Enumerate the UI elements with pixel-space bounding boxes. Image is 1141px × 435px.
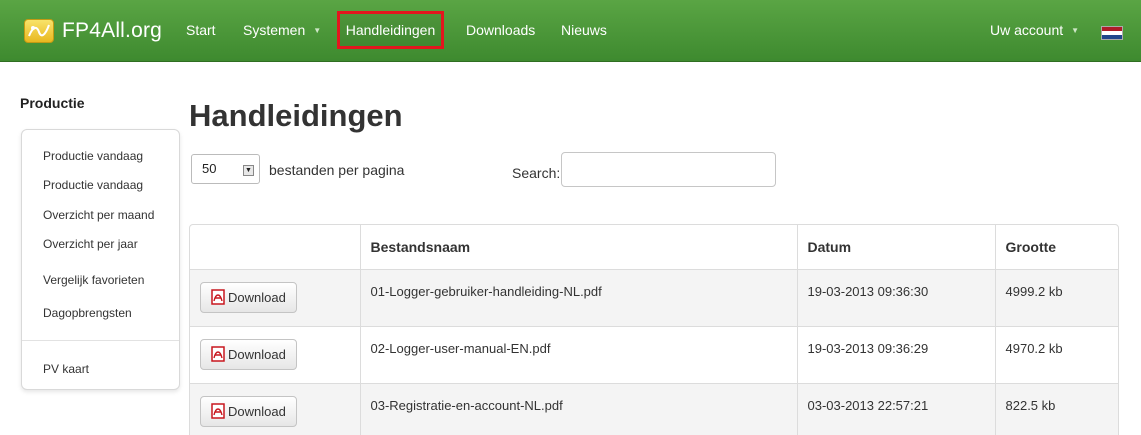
table-cell-size: 4999.2 kb [995,269,1118,327]
sidebar-item-vergelijk-favorieten[interactable]: Vergelijk favorieten [43,273,144,287]
download-button[interactable]: Download [200,395,297,427]
table-cell-action: Download [190,326,361,384]
nav-nieuws[interactable]: Nieuws [561,22,607,38]
nav-downloads-label: Downloads [466,22,536,38]
sidebar-item-productie-vandaag-2[interactable]: Productie vandaag [43,178,143,192]
pdf-icon [211,403,225,419]
nav-nieuws-label: Nieuws [561,22,607,38]
page-title: Handleidingen [189,98,403,133]
table-cell-size: 4970.2 kb [995,326,1118,384]
search-input[interactable] [561,152,776,187]
brand-link[interactable]: FP4All.org [24,16,162,46]
column-header-grootte[interactable]: Grootte [995,225,1118,270]
table-cell-name: 03-Registratie-en-account-NL.pdf [360,383,798,435]
table-cell-date: 03-03-2013 22:57:21 [797,383,996,435]
table-cell-name: 02-Logger-user-manual-EN.pdf [360,326,798,384]
chevron-down-icon: ▼ [313,25,322,35]
nav-handleidingen-label: Handleidingen [345,22,436,38]
download-button-label: Download [228,403,286,419]
nav-account-label: Uw account [990,22,1064,38]
top-navbar: FP4All.org Start Systemen ▼ Handleidinge… [0,0,1141,62]
column-header-datum[interactable]: Datum [797,225,996,270]
nav-downloads[interactable]: Downloads [466,22,535,38]
table-cell-action: Download [190,269,361,327]
nav-start[interactable]: Start [186,22,216,38]
column-header-actions [190,225,361,270]
table-cell-name: 01-Logger-gebruiker-handleiding-NL.pdf [360,269,798,327]
sidebar-item-overzicht-jaar[interactable]: Overzicht per jaar [43,237,138,251]
nav-account[interactable]: Uw account ▼ [990,22,1079,38]
pdf-icon [211,346,225,362]
table-cell-date: 19-03-2013 09:36:29 [797,326,996,384]
sidebar-menu: Productie vandaag Productie vandaag Over… [21,129,180,390]
brand-logo-icon [24,19,54,43]
page-size-value: 50 [202,161,217,176]
table-row: Download 01-Logger-gebruiker-handleiding… [190,269,1118,327]
download-button-label: Download [228,289,286,305]
brand-name: FP4All.org [62,19,163,42]
sidebar-divider [22,340,179,341]
download-button[interactable]: Download [200,338,297,370]
page-size-label: bestanden per pagina [269,162,405,178]
nav-systemen-label: Systemen [243,22,306,38]
table-row: Download 03-Registratie-en-account-NL.pd… [190,383,1118,435]
dropdown-arrow-icon: ▼ [243,165,254,176]
files-table: Bestandsnaam Datum Grootte Download 01-L… [189,224,1119,435]
nav-handleidingen[interactable]: Handleidingen [337,11,444,49]
sidebar-item-pv-kaart[interactable]: PV kaart [43,362,89,376]
table-cell-date: 19-03-2013 09:36:30 [797,269,996,327]
table-cell-action: Download [190,383,361,435]
nav-start-label: Start [186,22,216,38]
chevron-down-icon: ▼ [1071,25,1080,35]
sidebar-title: Productie [20,95,85,111]
table-cell-size: 822.5 kb [995,383,1118,435]
language-flag-icon[interactable] [1101,26,1123,40]
search-label: Search: [512,165,561,181]
sidebar-item-dagopbrengsten[interactable]: Dagopbrengsten [43,306,132,320]
table-row: Download 02-Logger-user-manual-EN.pdf 19… [190,326,1118,384]
table-header-row: Bestandsnaam Datum Grootte [190,225,1118,270]
column-header-bestandsnaam[interactable]: Bestandsnaam [360,225,798,270]
sidebar-item-overzicht-maand[interactable]: Overzicht per maand [43,208,154,222]
download-button-label: Download [228,346,286,362]
download-button[interactable]: Download [200,281,297,313]
sidebar-item-productie-vandaag[interactable]: Productie vandaag [43,149,143,163]
page-size-select[interactable]: 50 ▼ [191,154,260,184]
nav-systemen[interactable]: Systemen ▼ [243,22,321,38]
pdf-icon [211,289,225,305]
